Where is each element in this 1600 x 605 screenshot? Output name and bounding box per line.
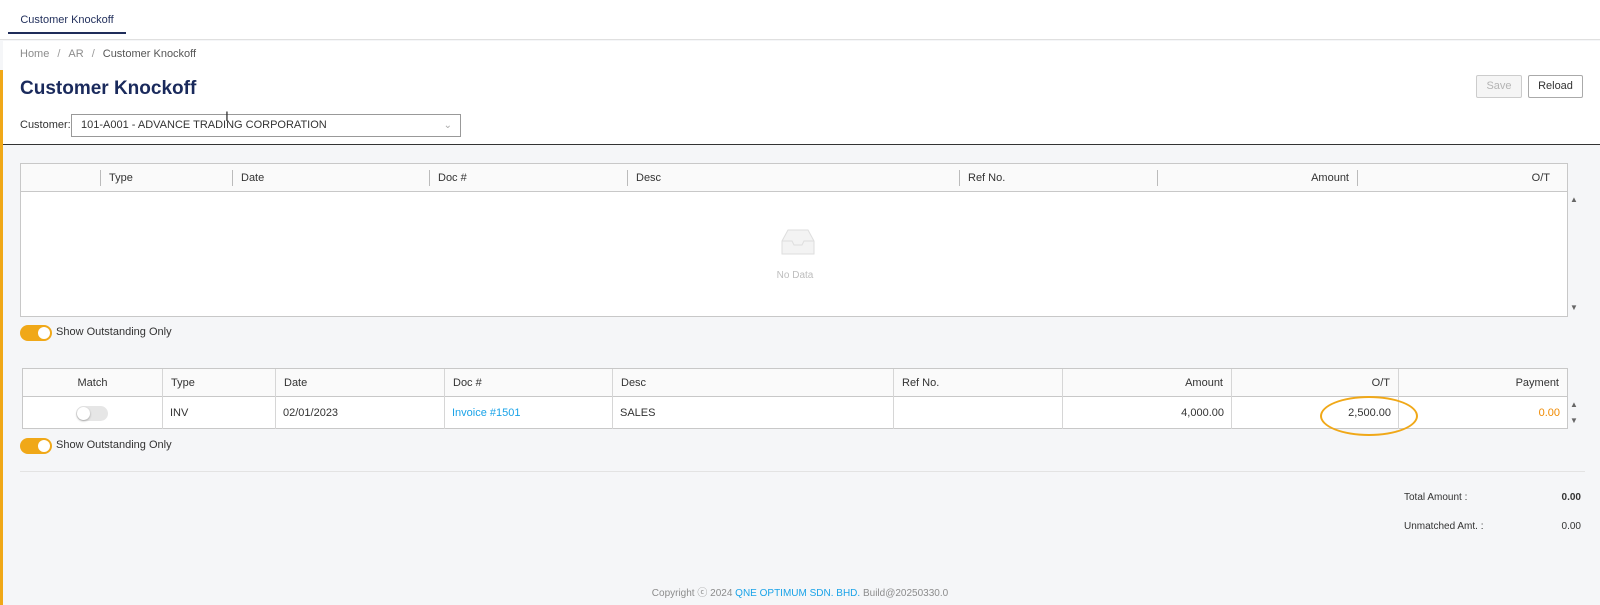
- toggle-knob: [38, 440, 50, 452]
- cell-desc: SALES: [620, 407, 656, 419]
- page-title: Customer Knockoff: [20, 78, 197, 99]
- toggle-knob: [77, 407, 90, 420]
- grid-header: Match Type Date Doc # Desc Ref No. Amoun…: [23, 369, 1567, 397]
- cell-doc-link[interactable]: Invoice #1501: [445, 398, 613, 429]
- breadcrumb-ar[interactable]: AR: [68, 48, 83, 60]
- column-header-desc[interactable]: Desc: [628, 164, 958, 192]
- tab-bar: Customer Knockoff: [0, 0, 1600, 40]
- scroll-up-icon[interactable]: ▲: [1568, 195, 1580, 204]
- match-toggle[interactable]: [76, 406, 108, 421]
- scroll-up-icon[interactable]: ▲: [1568, 400, 1580, 409]
- column-header-date[interactable]: Date: [276, 369, 444, 397]
- breadcrumb-separator: /: [57, 48, 61, 60]
- cell-type: INV: [170, 407, 189, 419]
- breadcrumb-home[interactable]: Home: [20, 48, 49, 60]
- tab-customer-knockoff[interactable]: Customer Knockoff: [8, 0, 126, 34]
- column-header-date[interactable]: Date: [233, 164, 428, 192]
- customer-select-value: 101-A001 - ADVANCE TRADING CORPORATION: [81, 119, 327, 131]
- breadcrumb-current: Customer Knockoff: [102, 48, 197, 60]
- column-header-ot[interactable]: O/T: [1232, 369, 1398, 397]
- column-header-ot[interactable]: O/T: [1358, 164, 1558, 192]
- column-header-match[interactable]: Match: [23, 369, 162, 397]
- cell-amount: 4,000.00: [1181, 407, 1224, 419]
- footer-company-link[interactable]: QNE OPTIMUM SDN. BHD.: [735, 588, 860, 599]
- knockoff-source-grid: Type Date Doc # Desc Ref No. Amount O/T …: [20, 163, 1568, 317]
- total-amount-value: 0.00: [1561, 492, 1581, 503]
- save-button[interactable]: Save: [1476, 75, 1522, 98]
- show-outstanding-toggle[interactable]: [20, 438, 52, 454]
- empty-state: No Data: [21, 192, 1569, 316]
- column-header-doc[interactable]: Doc #: [430, 164, 625, 192]
- column-header-doc[interactable]: Doc #: [445, 369, 613, 397]
- column-header-ref[interactable]: Ref No.: [894, 369, 1062, 397]
- vertical-scrollbar[interactable]: ▲ ▼: [1568, 195, 1580, 315]
- show-outstanding-label: Show Outstanding Only: [56, 326, 172, 338]
- unmatched-amount-value: 0.00: [1561, 521, 1581, 532]
- vertical-scrollbar[interactable]: ▲ ▼: [1568, 400, 1580, 430]
- show-outstanding-toggle[interactable]: [20, 325, 52, 341]
- empty-inbox-icon: [781, 229, 815, 255]
- breadcrumb-separator: /: [91, 48, 95, 60]
- left-accent-bar: [0, 70, 3, 605]
- footer-copyright: Copyright ⓒ 2024: [651, 588, 733, 599]
- column-header-desc[interactable]: Desc: [613, 369, 893, 397]
- cell-date: 02/01/2023: [283, 407, 339, 419]
- cell-payment-input[interactable]: 0.00: [1399, 398, 1567, 429]
- cell-ref: [894, 398, 1062, 429]
- empty-state-text: No Data: [776, 270, 814, 281]
- scroll-down-icon[interactable]: ▼: [1568, 303, 1580, 312]
- chevron-down-icon: ⌄: [443, 120, 452, 131]
- customer-label: Customer:: [20, 119, 71, 131]
- reload-button[interactable]: Reload: [1528, 75, 1583, 98]
- unmatched-amount-label: Unmatched Amt. :: [1404, 521, 1484, 532]
- breadcrumb: Home / AR / Customer Knockoff: [20, 48, 196, 60]
- text-cursor-icon: I: [225, 108, 229, 124]
- total-amount-label: Total Amount :: [1404, 492, 1468, 503]
- scroll-down-icon[interactable]: ▼: [1568, 416, 1580, 425]
- grid-header: Type Date Doc # Desc Ref No. Amount O/T: [21, 164, 1567, 192]
- toggle-knob: [38, 327, 50, 339]
- column-header-payment[interactable]: Payment: [1399, 369, 1567, 397]
- column-header-ref[interactable]: Ref No.: [960, 164, 1155, 192]
- highlight-annotation: [1320, 396, 1418, 436]
- footer: Copyright ⓒ 2024 QNE OPTIMUM SDN. BHD. B…: [0, 584, 1600, 599]
- column-header-amount[interactable]: Amount: [1063, 369, 1231, 397]
- divider: [20, 471, 1585, 472]
- column-header-type[interactable]: Type: [101, 164, 231, 192]
- footer-build: Build@20250330.0: [862, 588, 949, 599]
- show-outstanding-label: Show Outstanding Only: [56, 439, 172, 451]
- customer-select[interactable]: 101-A001 - ADVANCE TRADING CORPORATION ⌄: [71, 114, 461, 137]
- column-header-type[interactable]: Type: [163, 369, 275, 397]
- column-header-amount[interactable]: Amount: [1158, 164, 1357, 192]
